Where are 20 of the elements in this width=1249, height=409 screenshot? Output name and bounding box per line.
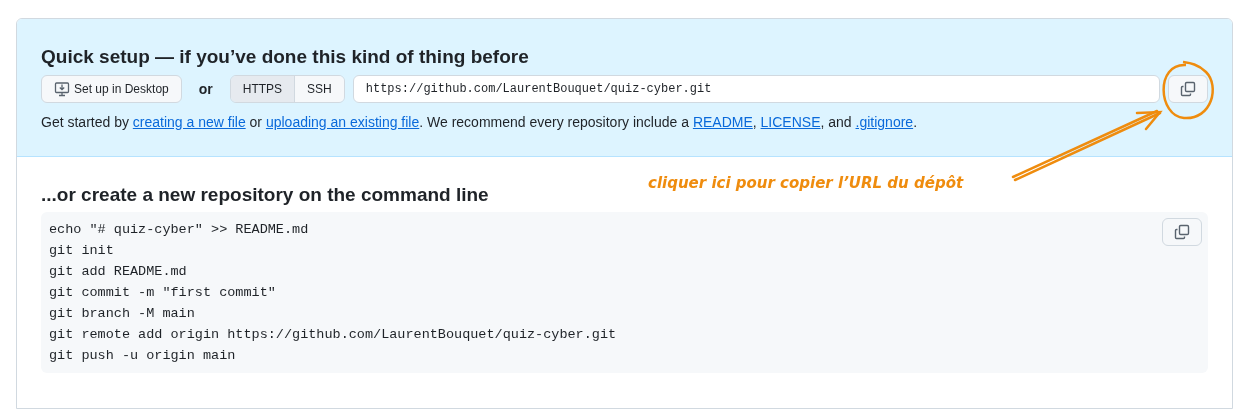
desktop-setup-button[interactable]: Set up in Desktop	[41, 75, 182, 103]
protocol-tab[interactable]: SSH	[294, 76, 344, 102]
link[interactable]: README	[692, 114, 753, 130]
link[interactable]: creating a new file	[132, 114, 246, 130]
code-block: echo "# quiz-cyber" >> README.md git init git add README.md git commit -m "first commit" git branch -M main git remote add origin https://github.com/LaurentBouquet/quiz-cyber.git git push -u origin main	[41, 212, 1208, 373]
copy-icon	[1174, 224, 1190, 240]
section-heading: Quick setup — if you’ve done this kind of thing before	[41, 45, 529, 69]
section-heading: ...or create a new repository on the command line	[41, 183, 489, 207]
link[interactable]: uploading an existing file	[265, 114, 420, 130]
clone-url-field[interactable]: https://github.com/LaurentBouquet/quiz-cyber.git	[352, 75, 1160, 103]
copy-button[interactable]	[1162, 218, 1202, 246]
copy-button[interactable]	[1168, 75, 1208, 103]
copy-icon	[1180, 81, 1196, 97]
annotation-text: cliquer ici pour copier l’URL du dépôt	[648, 173, 964, 194]
setup-description: Get started by creating a new file or uploading an existing file. We recommend every repository include a README, LICENSE, and .gitignore.	[41, 113, 918, 132]
protocol-tab[interactable]: HTTPS	[230, 76, 295, 102]
link[interactable]: LICENSE	[760, 114, 821, 130]
or-label: or	[198, 79, 213, 99]
link[interactable]: .gitignore	[855, 114, 914, 130]
desktop-download-icon	[54, 81, 70, 97]
